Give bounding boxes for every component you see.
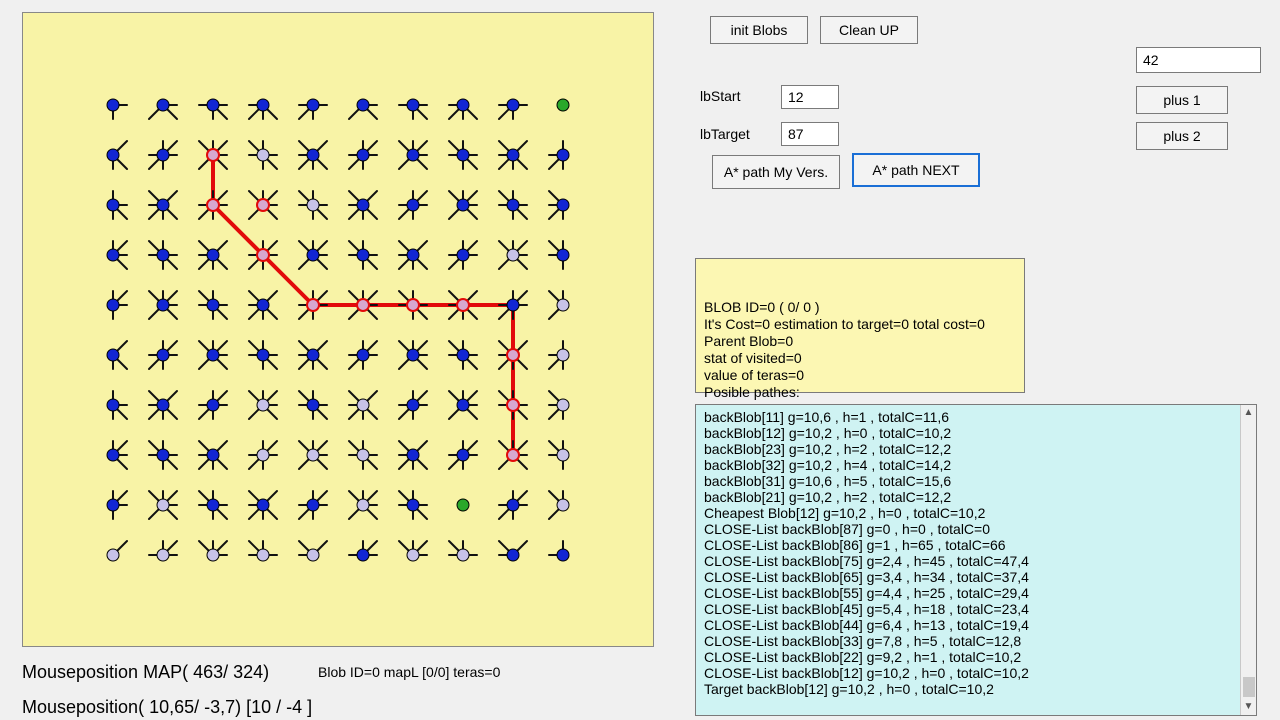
scroll-down-icon[interactable]: ▼ <box>1244 701 1254 713</box>
blob-info-panel: BLOB ID=0 ( 0/ 0 )It's Cost=0 estimation… <box>695 258 1025 393</box>
lbtarget-label: lbTarget <box>700 126 750 142</box>
log-line: CLOSE-List backBlob[44] g=6,4 , h=13 , t… <box>704 617 1232 633</box>
log-line: backBlob[11] g=10,6 , h=1 , totalC=11,6 <box>704 409 1232 425</box>
log-panel: backBlob[11] g=10,6 , h=1 , totalC=11,6b… <box>695 404 1257 716</box>
status-blob-id: Blob ID=0 mapL [0/0] teras=0 <box>318 664 500 680</box>
status-mouse-pos: Mouseposition( 10,65/ -3,7) [10 / -4 ] <box>22 697 312 718</box>
info-line: Posible pathes: <box>704 384 1016 401</box>
log-line: backBlob[21] g=10,2 , h=2 , totalC=12,2 <box>704 489 1232 505</box>
lbstart-label: lbStart <box>700 88 740 104</box>
log-line: CLOSE-List backBlob[12] g=10,2 , h=0 , t… <box>704 665 1232 681</box>
lbtarget-input[interactable] <box>781 122 839 146</box>
log-scrollbar[interactable]: ▲ ▼ <box>1240 405 1256 715</box>
plus1-button[interactable]: plus 1 <box>1136 86 1228 114</box>
log-line: CLOSE-List backBlob[75] g=2,4 , h=45 , t… <box>704 553 1232 569</box>
lbstart-input[interactable] <box>781 85 839 109</box>
log-line: CLOSE-List backBlob[87] g=0 , h=0 , tota… <box>704 521 1232 537</box>
log-line: Target backBlob[12] g=10,2 , h=0 , total… <box>704 681 1232 697</box>
log-line: CLOSE-List backBlob[33] g=7,8 , h=5 , to… <box>704 633 1232 649</box>
log-line: CLOSE-List backBlob[65] g=3,4 , h=34 , t… <box>704 569 1232 585</box>
astar-myvers-button[interactable]: A* path My Vers. <box>712 155 840 189</box>
info-line: It's Cost=0 estimation to target=0 total… <box>704 316 1016 333</box>
status-mouse-map: Mouseposition MAP( 463/ 324) <box>22 662 269 683</box>
info-line: BLOB ID=0 ( 0/ 0 ) <box>704 299 1016 316</box>
clean-up-button[interactable]: Clean UP <box>820 16 918 44</box>
log-line: Cheapest Blob[12] g=10,2 , h=0 , totalC=… <box>704 505 1232 521</box>
scroll-thumb[interactable] <box>1243 677 1255 697</box>
log-line: CLOSE-List backBlob[22] g=9,2 , h=1 , to… <box>704 649 1232 665</box>
info-line: Parent Blob=0 <box>704 333 1016 350</box>
log-line: backBlob[12] g=10,2 , h=0 , totalC=10,2 <box>704 425 1232 441</box>
astar-next-button[interactable]: A* path NEXT <box>852 153 980 187</box>
info-line: stat of visited=0 <box>704 350 1016 367</box>
log-line: backBlob[32] g=10,2 , h=4 , totalC=14,2 <box>704 457 1232 473</box>
log-line: CLOSE-List backBlob[45] g=5,4 , h=18 , t… <box>704 601 1232 617</box>
log-line: CLOSE-List backBlob[55] g=4,4 , h=25 , t… <box>704 585 1232 601</box>
log-line: backBlob[23] g=10,2 , h=2 , totalC=12,2 <box>704 441 1232 457</box>
init-blobs-button[interactable]: init Blobs <box>710 16 808 44</box>
map-canvas[interactable] <box>22 12 654 647</box>
scroll-up-icon[interactable]: ▲ <box>1244 407 1254 419</box>
top-right-input[interactable] <box>1136 47 1261 73</box>
info-line: value of teras=0 <box>704 367 1016 384</box>
log-line: CLOSE-List backBlob[86] g=1 , h=65 , tot… <box>704 537 1232 553</box>
plus2-button[interactable]: plus 2 <box>1136 122 1228 150</box>
log-line: backBlob[31] g=10,6 , h=5 , totalC=15,6 <box>704 473 1232 489</box>
